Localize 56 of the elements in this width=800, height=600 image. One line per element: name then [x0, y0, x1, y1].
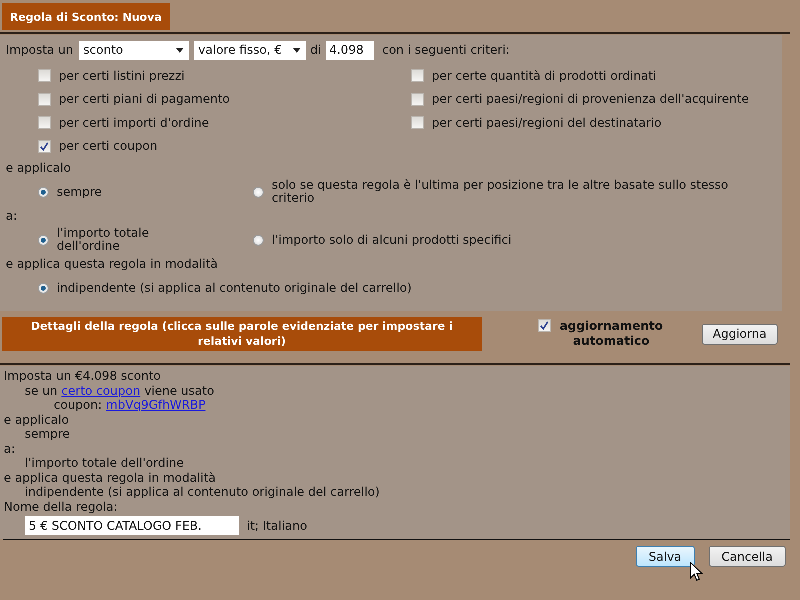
criterion-label: per certi paesi/regioni di provenienza dell'acquirente	[432, 92, 750, 106]
caret-icon	[292, 48, 301, 52]
criterion-label: per certi importi d'ordine	[59, 116, 210, 130]
group-label: a:	[6, 209, 18, 223]
value-select[interactable]: valore fisso, €	[194, 40, 306, 60]
radio-button[interactable]	[38, 282, 49, 294]
rule-name-field[interactable]: 5 € SCONTO CATALOGO FEB.	[25, 516, 239, 535]
type-select[interactable]: sconto	[78, 40, 189, 60]
summary-text: se un	[25, 384, 58, 398]
auto-update-checkbox[interactable]	[538, 319, 551, 332]
radio-button[interactable]	[253, 186, 264, 198]
criterion-checkbox[interactable]	[411, 69, 424, 82]
radio-button[interactable]	[38, 186, 49, 198]
radio-button[interactable]	[253, 234, 264, 246]
summary-text: indipendente (si applica al contenuto originale del carrello)	[25, 485, 380, 500]
criterion-checkbox[interactable]	[411, 116, 424, 130]
summary-text: Imposta un €4.098 sconto	[4, 369, 161, 384]
criterion-checkbox[interactable]	[38, 69, 51, 82]
option-label: sempre	[57, 186, 102, 198]
refresh-button[interactable]: Aggiorna	[702, 324, 778, 344]
summary-text: viene usato	[144, 384, 214, 398]
cursor-icon	[690, 562, 704, 582]
option-label: l'importo solo di alcuni prodotti specifici	[272, 234, 512, 246]
option-label: solo se questa regola è l'ultima per posizione tra le altre basate sullo stesso criterio	[272, 179, 730, 205]
language-text: it; Italiano	[247, 518, 308, 532]
group-label: e applica questa regola in modalità	[6, 257, 218, 271]
summary-text: e applicalo	[4, 412, 70, 427]
criterion-checkbox[interactable]	[411, 92, 424, 106]
summary-text: e applica questa regola in modalità	[4, 470, 216, 485]
criterion-label: per certi piani di pagamento	[59, 92, 230, 106]
rule-name-label: Nome della regola:	[4, 500, 118, 514]
amount-field[interactable]: 4.098	[326, 40, 374, 60]
caret-icon	[176, 48, 184, 52]
page-title: Regola di Sconto: Nuova	[2, 3, 170, 30]
criterion-label: per certe quantità di prodotti ordinati	[432, 68, 657, 83]
criterion-checkbox[interactable]	[38, 92, 51, 106]
summary-text: l'importo totale dell'ordine	[25, 456, 184, 470]
criterion-label: per certi coupon	[59, 139, 158, 154]
radio-button[interactable]	[38, 234, 49, 246]
cancel-button[interactable]: Cancella	[708, 546, 786, 567]
option-label: indipendente (si applica al contenuto originale del carrello)	[57, 282, 412, 294]
setup-text: con i seguenti criteri:	[382, 43, 510, 57]
save-button[interactable]: Salva	[636, 546, 695, 567]
summary-text: sempre	[25, 427, 70, 442]
summary-text: coupon:	[54, 398, 102, 412]
criterion-label: per certi paesi/regioni del destinatario	[432, 116, 662, 130]
criterion-checkbox[interactable]	[38, 140, 51, 153]
setup-text: Imposta un	[6, 43, 74, 57]
group-label: e applicalo	[6, 161, 72, 175]
details-header: Dettagli della regola (clicca sulle parole evidenziate per impostare i relativi valori)	[2, 317, 482, 351]
criterion-label: per certi listini prezzi	[59, 68, 185, 83]
summary-text: a:	[4, 442, 16, 456]
auto-update-label: aggiornamento automatico	[558, 319, 664, 349]
setup-text: di	[310, 43, 322, 57]
option-label: l'importo totale dell'ordine	[57, 227, 150, 253]
criterion-checkbox[interactable]	[38, 116, 51, 130]
